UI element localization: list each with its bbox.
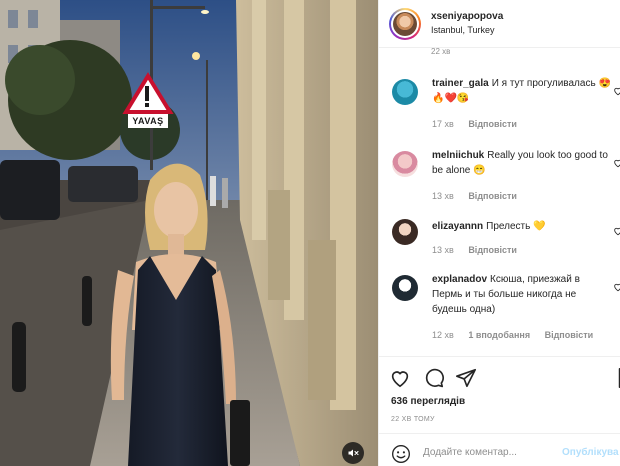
comment-text: melniichuk Really you look too good to be…	[432, 148, 612, 178]
commenter-avatar[interactable]	[392, 219, 418, 245]
mute-toggle-button[interactable]	[342, 442, 364, 464]
commenter-username[interactable]: melniichuk	[432, 150, 484, 161]
like-heart-icon[interactable]	[613, 282, 620, 292]
comment-time: 13 хв	[432, 191, 454, 201]
comment-bubble-icon[interactable]	[423, 367, 445, 389]
road-sign-label: YAVAŞ	[132, 116, 164, 126]
commenter-username[interactable]: elizayannn	[432, 221, 483, 232]
post-comment-button[interactable]: Опублікува	[562, 447, 619, 458]
comment-text: trainer_gala И я тут прогуливалась 😍🔥❤️😘	[432, 76, 612, 106]
author-avatar[interactable]	[389, 8, 421, 40]
comment-body: Прелесть 💛	[486, 221, 546, 232]
comment-meta: 17 хв Відповісти	[432, 119, 529, 129]
commenter-username[interactable]: explanadov	[432, 274, 487, 285]
reply-button[interactable]: Відповісти	[468, 191, 517, 201]
comment-input[interactable]	[423, 443, 553, 461]
comment-time: 12 хв	[432, 330, 454, 340]
like-heart-icon[interactable]	[613, 86, 620, 96]
bookmark-icon[interactable]	[615, 367, 620, 389]
author-username[interactable]: xseniyapopova	[431, 11, 503, 22]
reply-button[interactable]: Відповісти	[468, 245, 517, 255]
like-heart-icon[interactable]	[389, 367, 411, 389]
post-sidebar: xseniyapopova Istanbul, Turkey 22 хв tra…	[378, 0, 620, 466]
comment-meta: 13 хв Відповісти	[432, 245, 529, 255]
emoji-icon[interactable]	[391, 444, 411, 464]
speaker-muted-icon	[348, 449, 359, 457]
commenter-avatar[interactable]	[392, 151, 418, 177]
commenter-avatar[interactable]	[392, 275, 418, 301]
view-count[interactable]: 636 переглядів	[391, 396, 465, 407]
post-timestamp: 22 ХВ ТОМУ	[391, 416, 435, 423]
share-paper-plane-icon[interactable]	[455, 367, 477, 389]
comment-text: explanadov Ксюша, приезжай в Пермь и ты б…	[432, 272, 612, 317]
commenter-avatar[interactable]	[392, 79, 418, 105]
video-frame	[0, 0, 378, 466]
reply-button[interactable]: Відповісти	[468, 119, 517, 129]
comment-meta: 12 хв 1 вподобання Відповісти	[432, 330, 605, 340]
post-actions: 636 переглядів 22 ХВ ТОМУ Опублікува	[379, 356, 620, 466]
commenter-username[interactable]: trainer_gala	[432, 78, 489, 89]
likes-count[interactable]: 1 вподобання	[468, 330, 530, 340]
post-location[interactable]: Istanbul, Turkey	[431, 25, 495, 35]
like-heart-icon[interactable]	[613, 226, 620, 236]
reply-button[interactable]: Відповісти	[545, 330, 594, 340]
post-video[interactable]: YAVAŞ	[0, 0, 378, 466]
like-heart-icon[interactable]	[613, 158, 620, 168]
comments-list: trainer_gala И я тут прогуливалась 😍🔥❤️😘 …	[379, 54, 620, 356]
post-header: xseniyapopova Istanbul, Turkey 22 хв	[379, 0, 620, 56]
comment-meta: 13 хв Відповісти	[432, 191, 529, 201]
comment-time: 13 хв	[432, 245, 454, 255]
add-comment-bar: Опублікува	[379, 433, 620, 466]
comment-time: 17 хв	[432, 119, 454, 129]
caption-time: 22 хв	[431, 47, 451, 56]
comment-text: elizayannn Прелесть 💛	[432, 219, 612, 234]
